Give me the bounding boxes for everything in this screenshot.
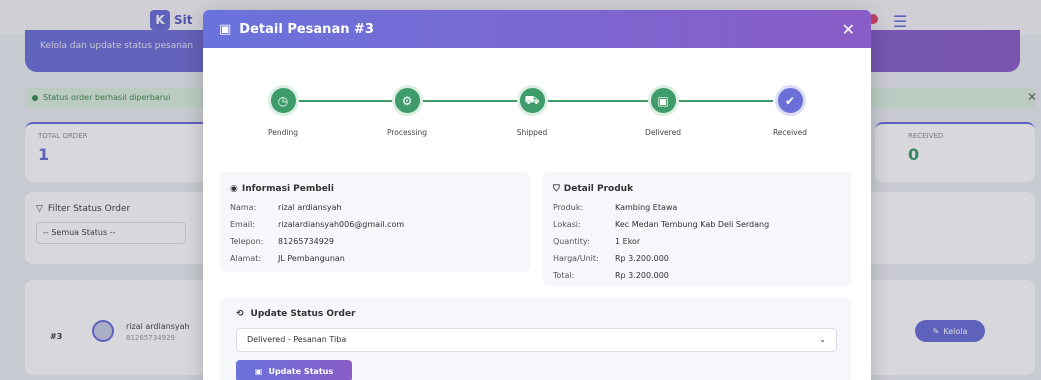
cart-icon: ⛉ bbox=[553, 184, 560, 194]
close-icon[interactable]: ✕ bbox=[842, 20, 855, 39]
modal-header: ▣ Detail Pesanan #3 ✕ bbox=[203, 10, 871, 48]
step-received: ✔ Received bbox=[750, 85, 830, 137]
product-detail-panel: ⛉ Detail Produk Produk: Kambing Etawa Lok… bbox=[543, 172, 851, 286]
product-quantity: 1 Ekor bbox=[615, 237, 641, 246]
product-total: Rp 3.200.000 bbox=[615, 271, 669, 280]
field-label: Telepon: bbox=[230, 237, 264, 246]
step-label: Received bbox=[772, 128, 808, 137]
product-location-row: Lokasi: Kec Medan Tembung Kab Deli Serdan… bbox=[553, 220, 769, 229]
box-icon: ▣ bbox=[219, 21, 232, 37]
refresh-icon: ⟲ bbox=[236, 309, 244, 319]
field-label: Email: bbox=[230, 220, 255, 229]
step-pending: ◷ Pending bbox=[243, 85, 323, 137]
modal-title: ▣ Detail Pesanan #3 bbox=[219, 22, 374, 37]
product-total-row: Total: Rp 3.200.000 bbox=[553, 271, 669, 280]
status-select[interactable]: Delivered - Pesanan Tiba ⌄ bbox=[236, 328, 837, 352]
field-label: Nama: bbox=[230, 203, 257, 212]
save-icon: ▣ bbox=[254, 366, 263, 376]
buyer-name-row: Nama: rizal ardiansyah bbox=[230, 203, 342, 212]
update-status-button[interactable]: ▣ Update Status bbox=[236, 360, 352, 380]
product-price-row: Harga/Unit: Rp 3.200.000 bbox=[553, 254, 669, 263]
status-select-value: Delivered - Pesanan Tiba bbox=[247, 335, 347, 344]
step-delivered: ▣ Delivered bbox=[623, 85, 703, 137]
update-status-title: ⟲ Update Status Order bbox=[236, 309, 355, 319]
product-location: Kec Medan Tembung Kab Deli Serdang bbox=[615, 220, 770, 229]
field-label: Total: bbox=[553, 271, 575, 280]
product-detail-title: ⛉ Detail Produk bbox=[553, 184, 633, 194]
truck-icon: ⛟ bbox=[516, 85, 548, 116]
product-quantity-row: Quantity: 1 Ekor bbox=[553, 237, 640, 246]
order-detail-modal: ▣ Detail Pesanan #3 ✕ ◷ Pending ⚙ Proces… bbox=[203, 10, 871, 380]
buyer-info-title: ◉ Informasi Pembeli bbox=[230, 184, 334, 194]
step-processing: ⚙ Processing bbox=[367, 85, 447, 137]
buyer-name: rizal ardiansyah bbox=[278, 203, 342, 212]
product-name: Kambing Etawa bbox=[615, 203, 678, 212]
buyer-info-panel: ◉ Informasi Pembeli Nama: rizal ardiansya… bbox=[220, 172, 530, 272]
field-label: Harga/Unit: bbox=[553, 254, 599, 263]
buyer-info-title-text: Informasi Pembeli bbox=[241, 184, 334, 194]
order-progress-stepper: ◷ Pending ⚙ Processing ⛟ Shipped ▣ Deliv… bbox=[203, 85, 871, 155]
box-icon: ▣ bbox=[647, 85, 679, 116]
field-label: Quantity: bbox=[553, 237, 590, 246]
chevron-down-icon: ⌄ bbox=[819, 335, 826, 344]
buyer-address-row: Alamat: JL Pembangunan bbox=[230, 254, 345, 263]
buyer-phone-row: Telepon: 81265734929 bbox=[230, 237, 334, 246]
step-shipped: ⛟ Shipped bbox=[492, 85, 572, 137]
buyer-email-row: Email: rizalardiansyah006@gmail.com bbox=[230, 220, 404, 229]
product-price: Rp 3.200.000 bbox=[615, 254, 669, 263]
field-label: Produk: bbox=[553, 203, 584, 212]
field-label: Alamat: bbox=[230, 254, 262, 263]
check-icon: ✔ bbox=[774, 85, 806, 116]
buyer-email: rizalardiansyah006@gmail.com bbox=[278, 220, 405, 229]
clock-icon: ◷ bbox=[267, 85, 299, 116]
buyer-address: JL Pembangunan bbox=[278, 254, 345, 263]
step-label: Pending bbox=[268, 128, 298, 137]
modal-title-text: Detail Pesanan #3 bbox=[239, 21, 374, 37]
update-status-panel: ⟲ Update Status Order Delivered - Pesana… bbox=[220, 298, 851, 380]
update-status-label: Update Status bbox=[268, 366, 334, 376]
step-label: Delivered bbox=[645, 128, 681, 137]
step-label: Shipped bbox=[516, 128, 548, 137]
gear-icon: ⚙ bbox=[391, 85, 423, 116]
update-status-title-text: Update Status Order bbox=[250, 309, 356, 319]
step-label: Processing bbox=[386, 128, 428, 137]
product-detail-title-text: Detail Produk bbox=[563, 184, 634, 194]
field-label: Lokasi: bbox=[553, 220, 581, 229]
product-name-row: Produk: Kambing Etawa bbox=[553, 203, 677, 212]
buyer-phone: 81265734929 bbox=[278, 237, 334, 246]
user-circle-icon: ◉ bbox=[230, 184, 238, 194]
